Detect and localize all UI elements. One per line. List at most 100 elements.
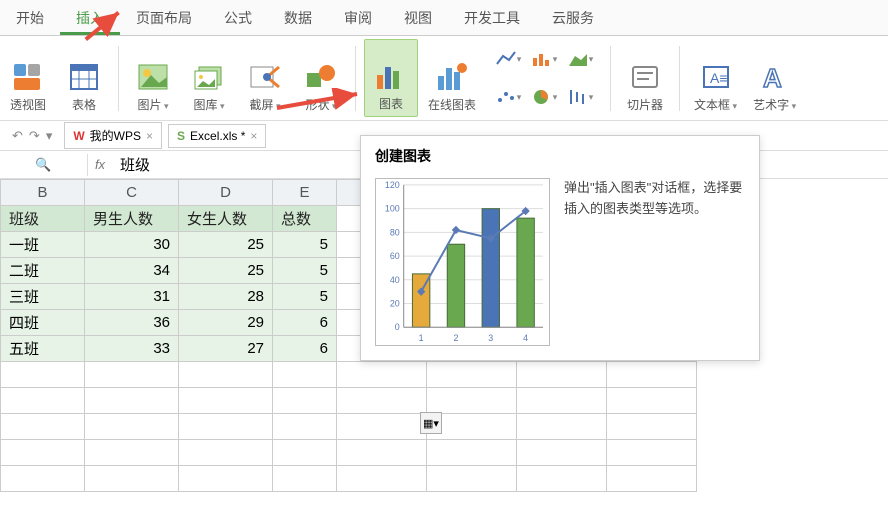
table-cell[interactable]: 二班 bbox=[1, 258, 85, 284]
table-button[interactable]: 表格 bbox=[58, 39, 110, 117]
doc-tab-wps[interactable]: W我的WPS× bbox=[64, 122, 162, 149]
cell[interactable] bbox=[607, 388, 697, 414]
table-header-cell[interactable]: 班级 bbox=[1, 206, 85, 232]
slicer-button[interactable]: 切片器 bbox=[619, 39, 671, 117]
table-cell[interactable]: 6 bbox=[273, 310, 337, 336]
cell[interactable] bbox=[337, 466, 427, 492]
cell[interactable] bbox=[179, 414, 273, 440]
cell[interactable] bbox=[85, 362, 179, 388]
table-cell[interactable]: 25 bbox=[179, 232, 273, 258]
dropdown-history[interactable]: ▾ bbox=[46, 128, 53, 144]
table-cell[interactable]: 5 bbox=[273, 284, 337, 310]
table-cell[interactable]: 五班 bbox=[1, 336, 85, 362]
cell[interactable] bbox=[273, 362, 337, 388]
table-cell[interactable]: 27 bbox=[179, 336, 273, 362]
fill-handle-menu[interactable]: ▦▾ bbox=[420, 412, 442, 434]
cell[interactable] bbox=[1, 388, 85, 414]
tab-云服务[interactable]: 云服务 bbox=[536, 0, 610, 35]
doc-tab-excel[interactable]: SExcel.xls *× bbox=[168, 124, 266, 148]
table-cell[interactable]: 6 bbox=[273, 336, 337, 362]
cell[interactable] bbox=[273, 388, 337, 414]
shapes-button[interactable]: 形状 ▾ bbox=[295, 39, 347, 117]
cell[interactable] bbox=[273, 466, 337, 492]
table-cell[interactable]: 5 bbox=[273, 258, 337, 284]
table-header-cell[interactable]: 女生人数 bbox=[179, 206, 273, 232]
cell[interactable] bbox=[517, 440, 607, 466]
cell[interactable] bbox=[607, 466, 697, 492]
cell[interactable] bbox=[427, 362, 517, 388]
cell[interactable] bbox=[85, 466, 179, 492]
cell[interactable] bbox=[427, 388, 517, 414]
cell[interactable] bbox=[273, 440, 337, 466]
name-box[interactable]: 🔍 bbox=[0, 154, 88, 176]
picture-button[interactable]: 图片 ▾ bbox=[127, 39, 179, 117]
table-cell[interactable]: 28 bbox=[179, 284, 273, 310]
cell[interactable] bbox=[517, 362, 607, 388]
cell[interactable] bbox=[1, 362, 85, 388]
table-cell[interactable]: 36 bbox=[85, 310, 179, 336]
tab-审阅[interactable]: 审阅 bbox=[328, 0, 388, 35]
cell[interactable] bbox=[85, 414, 179, 440]
tab-开发工具[interactable]: 开发工具 bbox=[448, 0, 536, 35]
col-header[interactable]: B bbox=[1, 180, 85, 206]
tab-插入[interactable]: 插入 bbox=[60, 0, 120, 35]
cell[interactable] bbox=[179, 388, 273, 414]
cell[interactable] bbox=[427, 440, 517, 466]
mini-pie-chart[interactable]: ▾ bbox=[527, 86, 561, 108]
table-cell[interactable]: 29 bbox=[179, 310, 273, 336]
close-icon[interactable]: × bbox=[250, 129, 257, 143]
close-icon[interactable]: × bbox=[146, 129, 153, 143]
cell[interactable] bbox=[337, 440, 427, 466]
cell[interactable] bbox=[179, 362, 273, 388]
cell[interactable] bbox=[607, 362, 697, 388]
cell[interactable] bbox=[179, 440, 273, 466]
tab-公式[interactable]: 公式 bbox=[208, 0, 268, 35]
cell[interactable] bbox=[607, 440, 697, 466]
cell[interactable] bbox=[337, 414, 427, 440]
cell[interactable] bbox=[179, 466, 273, 492]
mini-scatter-chart[interactable]: ▾ bbox=[491, 86, 525, 108]
tab-页面布局[interactable]: 页面布局 bbox=[120, 0, 208, 35]
gallery-button[interactable]: 图库 ▾ bbox=[183, 39, 235, 117]
pivot-view-button[interactable]: 透视图 bbox=[2, 39, 54, 117]
cell[interactable] bbox=[1, 440, 85, 466]
mini-stock-chart[interactable]: ▾ bbox=[563, 86, 597, 108]
table-cell[interactable]: 三班 bbox=[1, 284, 85, 310]
cell[interactable] bbox=[273, 414, 337, 440]
formula-value[interactable]: 班级 bbox=[112, 154, 150, 175]
cell[interactable] bbox=[517, 388, 607, 414]
table-cell[interactable]: 25 bbox=[179, 258, 273, 284]
table-cell[interactable]: 5 bbox=[273, 232, 337, 258]
table-cell[interactable]: 33 bbox=[85, 336, 179, 362]
screenshot-button[interactable]: 截屏 ▾ bbox=[239, 39, 291, 117]
table-cell[interactable]: 31 bbox=[85, 284, 179, 310]
redo-button[interactable]: ↷ bbox=[29, 128, 40, 144]
table-header-cell[interactable]: 男生人数 bbox=[85, 206, 179, 232]
col-header[interactable]: D bbox=[179, 180, 273, 206]
cell[interactable] bbox=[427, 466, 517, 492]
cell[interactable] bbox=[85, 388, 179, 414]
cell[interactable] bbox=[337, 388, 427, 414]
cell[interactable] bbox=[1, 414, 85, 440]
cell[interactable] bbox=[337, 362, 427, 388]
cell[interactable] bbox=[517, 466, 607, 492]
col-header[interactable]: C bbox=[85, 180, 179, 206]
cell[interactable] bbox=[1, 466, 85, 492]
table-cell[interactable]: 30 bbox=[85, 232, 179, 258]
tab-数据[interactable]: 数据 bbox=[268, 0, 328, 35]
table-cell[interactable]: 34 bbox=[85, 258, 179, 284]
cell[interactable] bbox=[607, 414, 697, 440]
tab-视图[interactable]: 视图 bbox=[388, 0, 448, 35]
chart-button[interactable]: 图表 bbox=[364, 39, 418, 117]
table-cell[interactable]: 四班 bbox=[1, 310, 85, 336]
col-header[interactable]: E bbox=[273, 180, 337, 206]
table-cell[interactable]: 一班 bbox=[1, 232, 85, 258]
cell[interactable] bbox=[517, 414, 607, 440]
tab-开始[interactable]: 开始 bbox=[0, 0, 60, 35]
mini-line-chart[interactable]: ▾ bbox=[491, 48, 525, 70]
table-header-cell[interactable]: 总数 bbox=[273, 206, 337, 232]
textbox-button[interactable]: A≡ 文本框 ▾ bbox=[688, 39, 743, 117]
wordart-button[interactable]: A 艺术字 ▾ bbox=[747, 39, 802, 117]
undo-button[interactable]: ↶ bbox=[12, 128, 23, 144]
mini-bar-chart[interactable]: ▾ bbox=[527, 48, 561, 70]
